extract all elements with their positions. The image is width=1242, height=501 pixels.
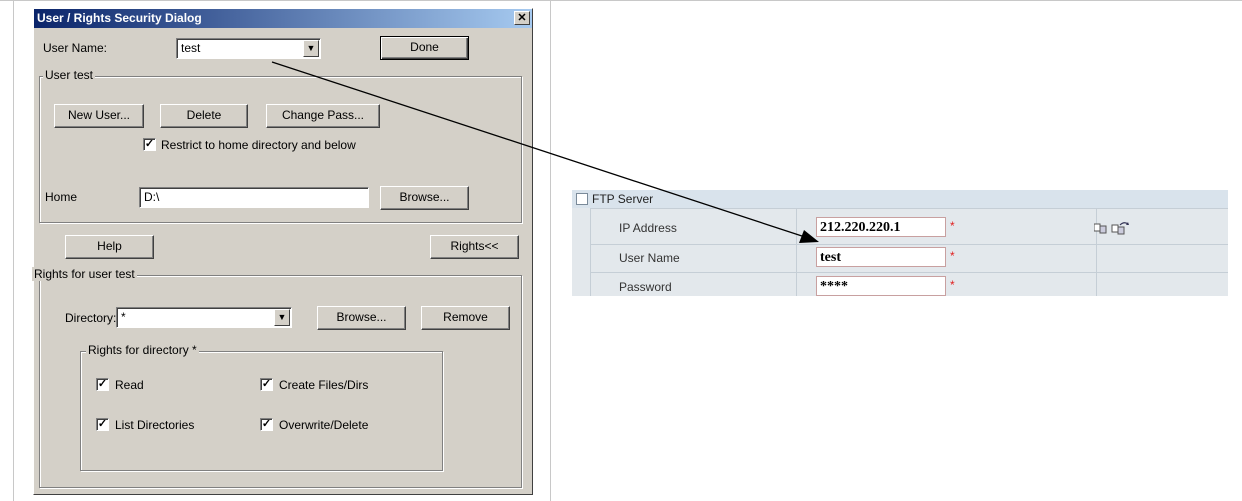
annotation-arrow xyxy=(271,61,819,243)
